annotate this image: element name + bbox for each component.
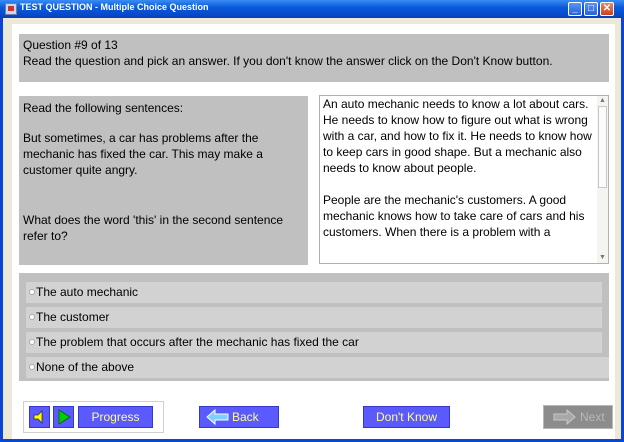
radio-button[interactable] [29,364,35,370]
question-number: Question #9 of 13 [23,38,118,52]
prompt-question: What does the word 'this' in the second … [23,213,284,243]
navigation-toolbar: Progress Back Don't Know Next [21,401,613,435]
right-arrow-icon [553,408,576,426]
radio-button[interactable] [29,339,35,345]
answer-option[interactable]: None of the above [26,357,609,378]
client-area: Question #9 of 13 Read the question and … [12,24,615,439]
play-icon [58,409,71,425]
minimize-button[interactable]: _ [568,2,582,16]
answer-label: The problem that occurs after the mechan… [36,335,359,349]
scroll-down-arrow-icon[interactable]: ▼ [597,253,608,263]
answer-label: None of the above [36,360,135,374]
passage-paragraph: People are the mechanic's customers. A g… [323,193,585,239]
dont-know-button[interactable]: Don't Know [363,406,450,428]
window-title: TEST QUESTION - Multiple Choice Question [20,2,209,12]
passage-text: An auto mechanic needs to know a lot abo… [323,96,595,256]
play-button[interactable] [53,406,74,428]
app-icon [5,3,17,15]
reading-passage[interactable]: An auto mechanic needs to know a lot abo… [319,95,609,264]
title-bar[interactable]: TEST QUESTION - Multiple Choice Question… [0,0,624,18]
answer-option[interactable]: The customer [26,307,602,328]
sound-button[interactable] [29,406,50,428]
scroll-up-arrow-icon[interactable]: ▲ [597,96,608,106]
back-label: Back [232,410,259,424]
answer-options: The auto mechanic The customer The probl… [19,273,609,381]
back-button[interactable]: Back [199,406,279,428]
question-prompt: Read the following sentences: But someti… [19,96,308,265]
answer-option[interactable]: The auto mechanic [26,282,602,303]
maximize-button[interactable]: □ [584,2,598,16]
next-label: Next [580,410,605,424]
answer-label: The customer [36,310,110,324]
answer-option[interactable]: The problem that occurs after the mechan… [26,332,602,353]
test-question-window: TEST QUESTION - Multiple Choice Question… [0,0,624,442]
instructions-text: Read the question and pick an answer. If… [23,54,553,68]
answer-label: The auto mechanic [36,285,139,299]
progress-button[interactable]: Progress [78,406,153,428]
radio-button[interactable] [29,314,35,320]
close-button[interactable]: ✕ [600,2,614,16]
radio-button[interactable] [29,289,35,295]
passage-paragraph: An auto mechanic needs to know a lot abo… [323,97,592,175]
question-header: Question #9 of 13 Read the question and … [19,34,609,82]
passage-scrollbar[interactable]: ▲ ▼ [597,96,608,263]
left-arrow-icon [206,408,229,426]
prompt-sentences: But sometimes, a car has problems after … [23,131,263,177]
scroll-thumb[interactable] [598,106,607,188]
next-button[interactable]: Next [543,405,613,429]
speaker-icon [33,410,43,424]
prompt-intro: Read the following sentences: [23,101,184,115]
